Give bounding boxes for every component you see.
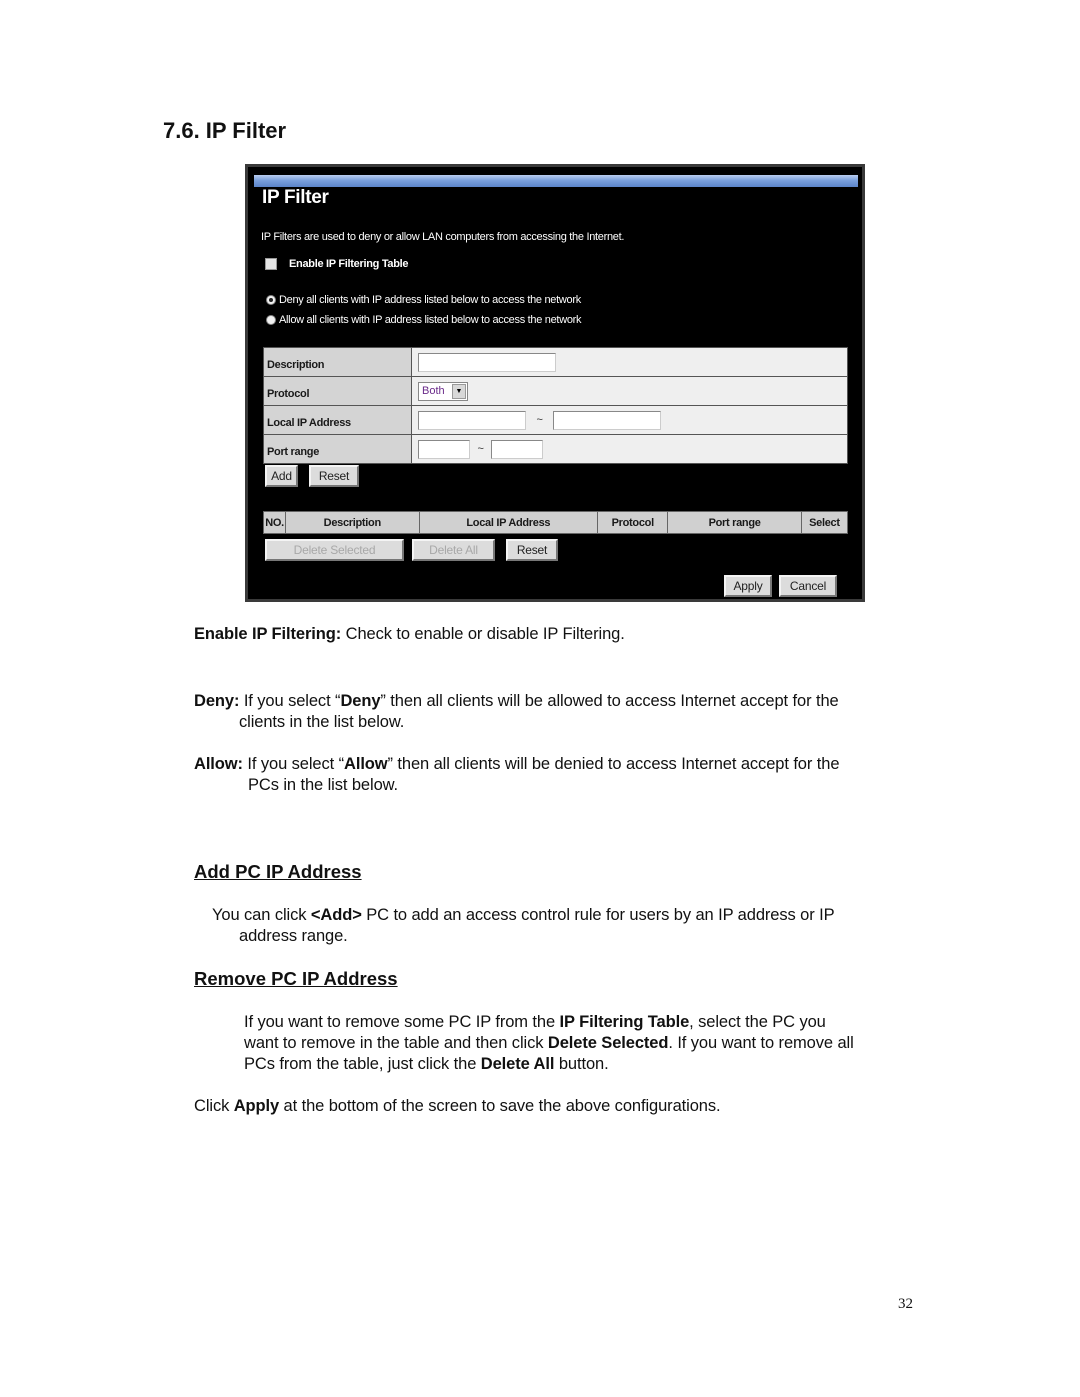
enable-ip-filtering-checkbox[interactable]	[265, 258, 277, 270]
local-ip-start-input[interactable]	[418, 410, 526, 430]
remove-pc-ip-heading: Remove PC IP Address	[194, 968, 398, 989]
enable-ip-filtering-row: Enable IP Filtering Table	[265, 258, 409, 270]
enable-ip-filtering-label: Enable IP Filtering Table	[289, 258, 409, 270]
term: Allow:	[194, 755, 243, 773]
column-header-local-ip: Local IP Address	[418, 511, 599, 534]
port-range-row: Port range ~	[263, 434, 848, 464]
section-heading: 7.6. IP Filter	[163, 118, 287, 143]
delete-selected-button[interactable]: Delete Selected	[265, 539, 404, 561]
add-pc-ip-description: You can click <Add> PC to add an access …	[212, 906, 835, 945]
add-button[interactable]: Add	[265, 465, 298, 487]
apply-button[interactable]: Apply	[724, 575, 772, 597]
term: Deny:	[194, 692, 240, 710]
ip-filtering-table: NO. Description Local IP Address Protoco…	[262, 511, 849, 534]
term: Enable IP Filtering:	[194, 625, 342, 643]
protocol-row: Protocol Both ▼	[263, 376, 848, 406]
panel-title: IP Filter	[262, 187, 329, 208]
protocol-label: Protocol	[263, 376, 412, 406]
allow-radio-label: Allow all clients with IP address listed…	[279, 314, 582, 326]
allow-option-row: Allow all clients with IP address listed…	[266, 314, 582, 326]
enable-ip-filtering-description: Enable IP Filtering: Check to enable or …	[194, 625, 625, 643]
port-range-label: Port range	[263, 434, 412, 464]
column-header-select: Select	[800, 511, 849, 534]
port-end-input[interactable]	[491, 439, 544, 459]
remove-pc-ip-description: If you want to remove some PC IP from th…	[244, 1013, 854, 1073]
local-ip-row: Local IP Address ~	[263, 405, 848, 435]
title-bar-decoration	[254, 175, 858, 187]
deny-option-row: Deny all clients with IP address listed …	[266, 294, 581, 306]
page-number: 32	[898, 1296, 913, 1312]
column-header-no: NO.	[262, 511, 287, 534]
port-start-input[interactable]	[418, 439, 470, 459]
apply-instruction: Click Apply at the bottom of the screen …	[194, 1097, 721, 1115]
protocol-select-value: Both	[422, 385, 445, 397]
protocol-select[interactable]: Both ▼	[418, 381, 468, 401]
local-ip-end-input[interactable]	[553, 410, 662, 430]
column-header-description: Description	[285, 511, 420, 534]
chevron-down-icon[interactable]: ▼	[452, 383, 466, 399]
filter-rule-form: Description Protocol Both ▼ Local IP Add…	[263, 347, 848, 464]
description-row: Description	[263, 347, 848, 377]
description-label: Description	[263, 347, 412, 377]
description-input[interactable]	[418, 352, 556, 372]
range-separator: ~	[477, 443, 484, 455]
reset-list-button[interactable]: Reset	[506, 539, 558, 561]
cancel-button[interactable]: Cancel	[779, 575, 837, 597]
panel-intro: IP Filters are used to deny or allow LAN…	[261, 231, 625, 243]
range-separator: ~	[536, 414, 543, 426]
ip-filter-screenshot: IP Filter IP Filters are used to deny or…	[245, 164, 865, 602]
add-pc-ip-heading: Add PC IP Address	[194, 861, 362, 882]
deny-radio-label: Deny all clients with IP address listed …	[279, 294, 581, 306]
local-ip-label: Local IP Address	[263, 405, 412, 435]
allow-radio[interactable]	[266, 315, 276, 325]
deny-description: Deny: If you select “Deny” then all clie…	[194, 692, 839, 731]
deny-radio[interactable]	[266, 295, 276, 305]
reset-form-button[interactable]: Reset	[309, 465, 359, 487]
allow-description: Allow: If you select “Allow” then all cl…	[194, 755, 840, 794]
delete-all-button[interactable]: Delete All	[412, 539, 495, 561]
column-header-protocol: Protocol	[597, 511, 669, 534]
column-header-port-range: Port range	[667, 511, 802, 534]
table-header-row: NO. Description Local IP Address Protoco…	[262, 511, 849, 534]
